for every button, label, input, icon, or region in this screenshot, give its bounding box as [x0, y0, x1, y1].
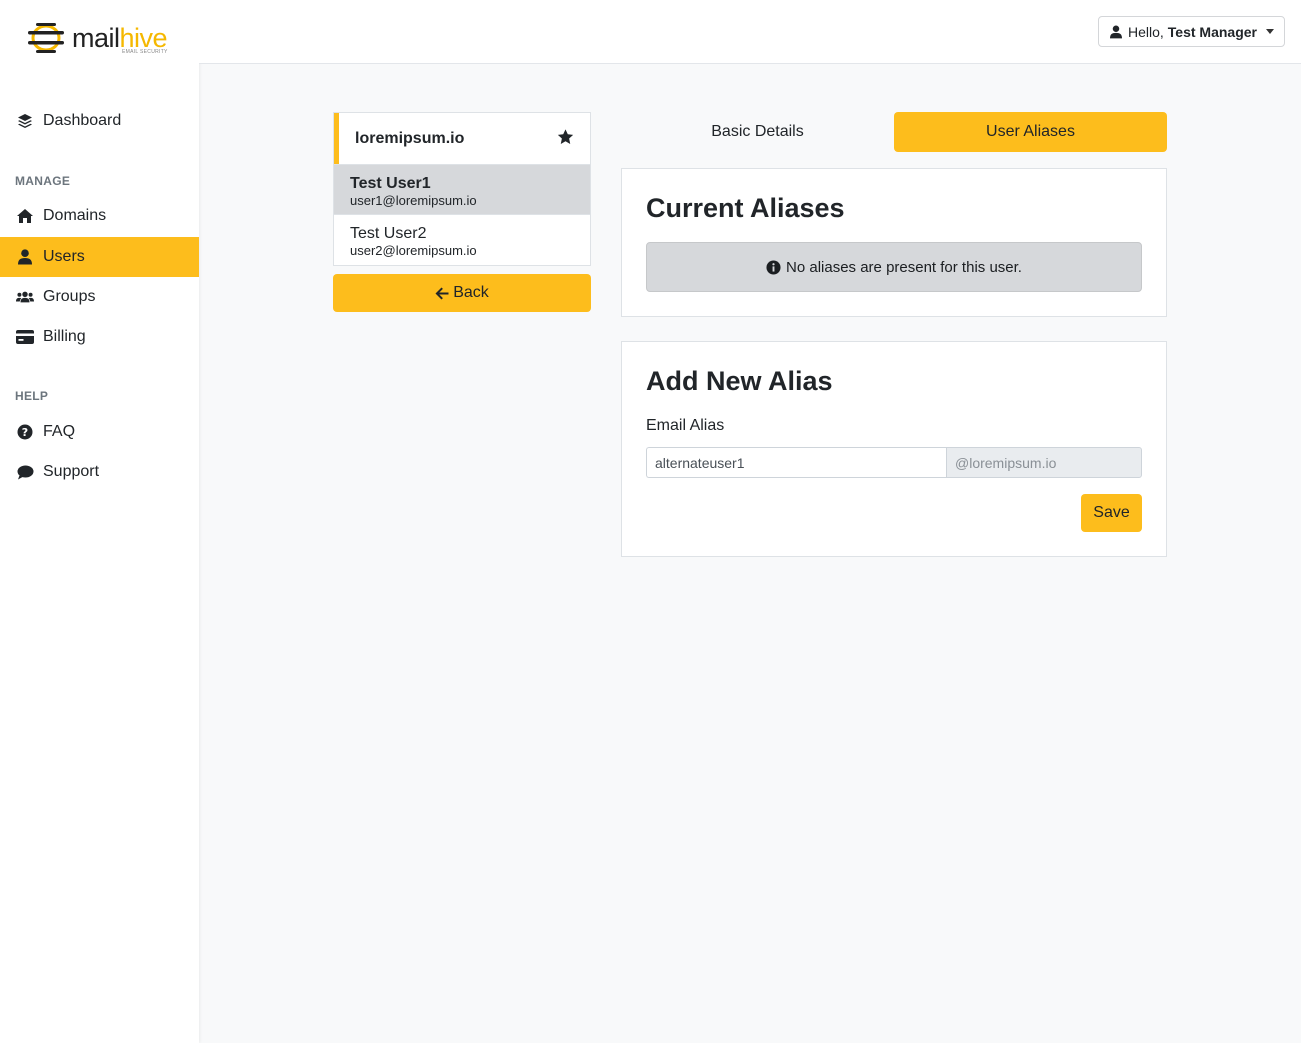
sidebar-item-faq[interactable]: ? FAQ	[0, 412, 199, 452]
star-icon[interactable]	[557, 129, 574, 150]
sidebar-item-label: Groups	[43, 288, 96, 305]
sidebar-item-label: Dashboard	[43, 112, 122, 129]
email-alias-label: Email Alias	[646, 417, 725, 434]
sidebar-item-label: Support	[43, 463, 100, 480]
tab-basic-details[interactable]: Basic Details	[621, 112, 894, 152]
email-alias-input-group: @loremipsum.io	[646, 447, 1142, 478]
logo-tagline: EMAIL SECURITY	[122, 49, 168, 55]
tab-user-aliases[interactable]: User Aliases	[894, 112, 1167, 152]
question-circle-icon: ?	[16, 423, 34, 441]
user-name: Test Manager	[1167, 23, 1257, 40]
sidebar-item-label: FAQ	[43, 423, 76, 440]
user-email: user1@loremipsum.io	[350, 193, 477, 208]
sidebar-item-dashboard[interactable]: Dashboard	[0, 101, 199, 141]
sidebar-item-support[interactable]: Support	[0, 452, 199, 492]
sidebar-item-domains[interactable]: Domains	[0, 196, 199, 236]
add-alias-card: Add New Alias Email Alias @loremipsum.io…	[621, 341, 1167, 557]
sidebar-item-groups[interactable]: Groups	[0, 277, 199, 317]
user-icon	[1109, 24, 1122, 39]
sidebar: mailhive EMAIL SECURITY Dashboard MANAGE…	[0, 0, 199, 1043]
email-alias-input[interactable]	[646, 447, 946, 478]
layers-icon	[16, 112, 34, 130]
save-button[interactable]: Save	[1081, 494, 1142, 532]
back-button[interactable]: Back	[333, 274, 591, 312]
info-circle-icon	[766, 259, 781, 275]
domain-header: loremipsum.io	[334, 113, 590, 164]
users-group-icon	[16, 288, 34, 306]
arrow-left-icon	[435, 287, 449, 300]
add-alias-title: Add New Alias	[646, 366, 833, 396]
sidebar-item-label: Billing	[43, 328, 86, 345]
manage-heading: MANAGE	[15, 174, 71, 188]
current-aliases-card: Current Aliases No aliases are present f…	[621, 168, 1167, 317]
caret-down-icon	[1266, 29, 1274, 34]
mailhive-logo[interactable]: mailhive EMAIL SECURITY	[28, 22, 178, 56]
comment-icon	[16, 463, 34, 481]
user-list-item[interactable]: Test User2 user2@loremipsum.io	[334, 214, 590, 264]
user-icon	[16, 248, 34, 266]
sidebar-item-users[interactable]: Users	[0, 237, 199, 277]
current-aliases-title: Current Aliases	[646, 193, 845, 223]
home-icon	[16, 207, 34, 225]
sidebar-item-billing[interactable]: Billing	[0, 317, 199, 357]
no-aliases-alert: No aliases are present for this user.	[646, 242, 1142, 292]
user-name: Test User2	[350, 225, 427, 242]
credit-card-icon	[16, 328, 34, 346]
sidebar-item-label: Users	[43, 248, 85, 265]
user-email: user2@loremipsum.io	[350, 243, 477, 258]
help-heading: HELP	[15, 389, 49, 403]
top-bar: Hello, Test Manager	[199, 0, 1301, 64]
user-list-item[interactable]: Test User1 user1@loremipsum.io	[334, 164, 590, 214]
back-button-label: Back	[453, 284, 489, 301]
domain-users-panel: loremipsum.io Test User1 user1@loremipsu…	[333, 112, 591, 266]
svg-text:?: ?	[22, 426, 28, 439]
user-menu-dropdown[interactable]: Hello, Test Manager	[1097, 16, 1285, 47]
hive-logo-icon	[28, 23, 64, 53]
domain-name: loremipsum.io	[355, 129, 465, 147]
greeting-text: Hello,	[1127, 23, 1164, 40]
sidebar-item-label: Domains	[43, 207, 107, 224]
domain-suffix-addon: @loremipsum.io	[946, 447, 1142, 478]
user-name: Test User1	[350, 175, 431, 192]
alert-message: No aliases are present for this user.	[786, 258, 1022, 276]
